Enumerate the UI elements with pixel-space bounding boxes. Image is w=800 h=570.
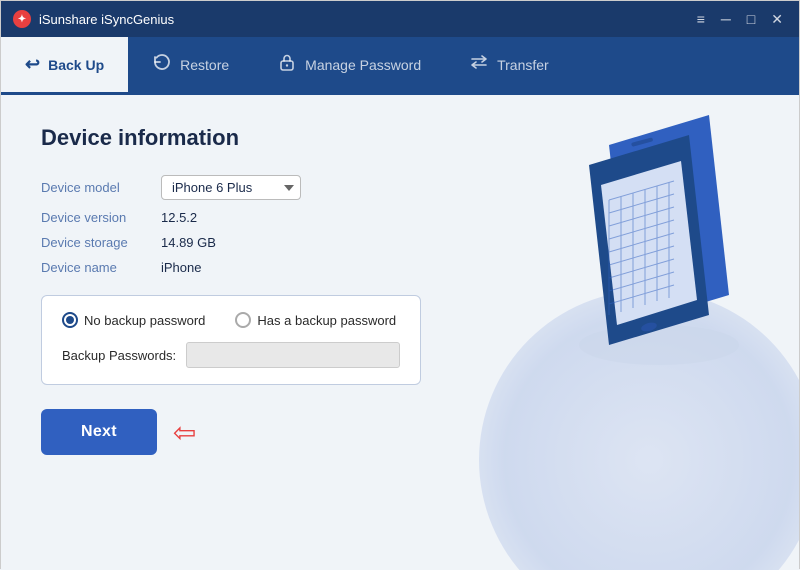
device-model-select[interactable]: iPhone 6 Plus iPhone 6 iPhone 7 iPhone 8… xyxy=(161,175,301,200)
next-button[interactable]: Next xyxy=(41,409,157,455)
no-backup-password-option[interactable]: No backup password xyxy=(62,312,205,328)
arrow-icon: ⇦ xyxy=(173,416,196,449)
restore-icon xyxy=(152,52,172,77)
window-controls: ≡ ─ □ ✕ xyxy=(693,11,787,28)
menu-icon[interactable]: ≡ xyxy=(693,11,709,28)
lock-icon xyxy=(277,52,297,77)
device-name-label: Device name xyxy=(41,260,161,275)
nav-label-transfer: Transfer xyxy=(497,57,549,73)
no-backup-label: No backup password xyxy=(84,313,205,328)
nav-label-restore: Restore xyxy=(180,57,229,73)
minimize-button[interactable]: ─ xyxy=(717,11,735,28)
button-row: Next ⇦ xyxy=(41,409,759,455)
title-bar: ✦ iSunshare iSyncGenius ≡ ─ □ ✕ xyxy=(1,1,799,37)
password-box: No backup password Has a backup password… xyxy=(41,295,421,385)
nav-item-restore[interactable]: Restore xyxy=(128,37,253,95)
maximize-button[interactable]: □ xyxy=(743,11,759,28)
backup-passwords-label: Backup Passwords: xyxy=(62,348,176,363)
nav-label-manage-password: Manage Password xyxy=(305,57,421,73)
backup-password-input[interactable] xyxy=(186,342,400,368)
has-backup-label: Has a backup password xyxy=(257,313,396,328)
device-model-label: Device model xyxy=(41,175,161,200)
backup-icon: ↩ xyxy=(25,54,40,75)
no-backup-radio[interactable] xyxy=(62,312,78,328)
device-storage-label: Device storage xyxy=(41,235,161,250)
has-backup-password-option[interactable]: Has a backup password xyxy=(235,312,396,328)
has-backup-radio[interactable] xyxy=(235,312,251,328)
app-title: iSunshare iSyncGenius xyxy=(39,12,693,27)
nav-item-transfer[interactable]: Transfer xyxy=(445,37,573,95)
close-button[interactable]: ✕ xyxy=(767,11,787,28)
nav-label-backup: Back Up xyxy=(48,57,104,73)
nav-item-backup[interactable]: ↩ Back Up xyxy=(1,37,128,95)
main-content: Device information Device model iPhone 6… xyxy=(1,95,799,570)
nav-item-manage-password[interactable]: Manage Password xyxy=(253,37,445,95)
radio-row: No backup password Has a backup password xyxy=(62,312,400,328)
password-field-row: Backup Passwords: xyxy=(62,342,400,368)
device-version-label: Device version xyxy=(41,210,161,225)
app-icon: ✦ xyxy=(13,10,31,28)
transfer-icon xyxy=(469,52,489,77)
phone-illustration xyxy=(549,105,749,380)
nav-bar: ↩ Back Up Restore Manage Password Transf xyxy=(1,37,799,95)
